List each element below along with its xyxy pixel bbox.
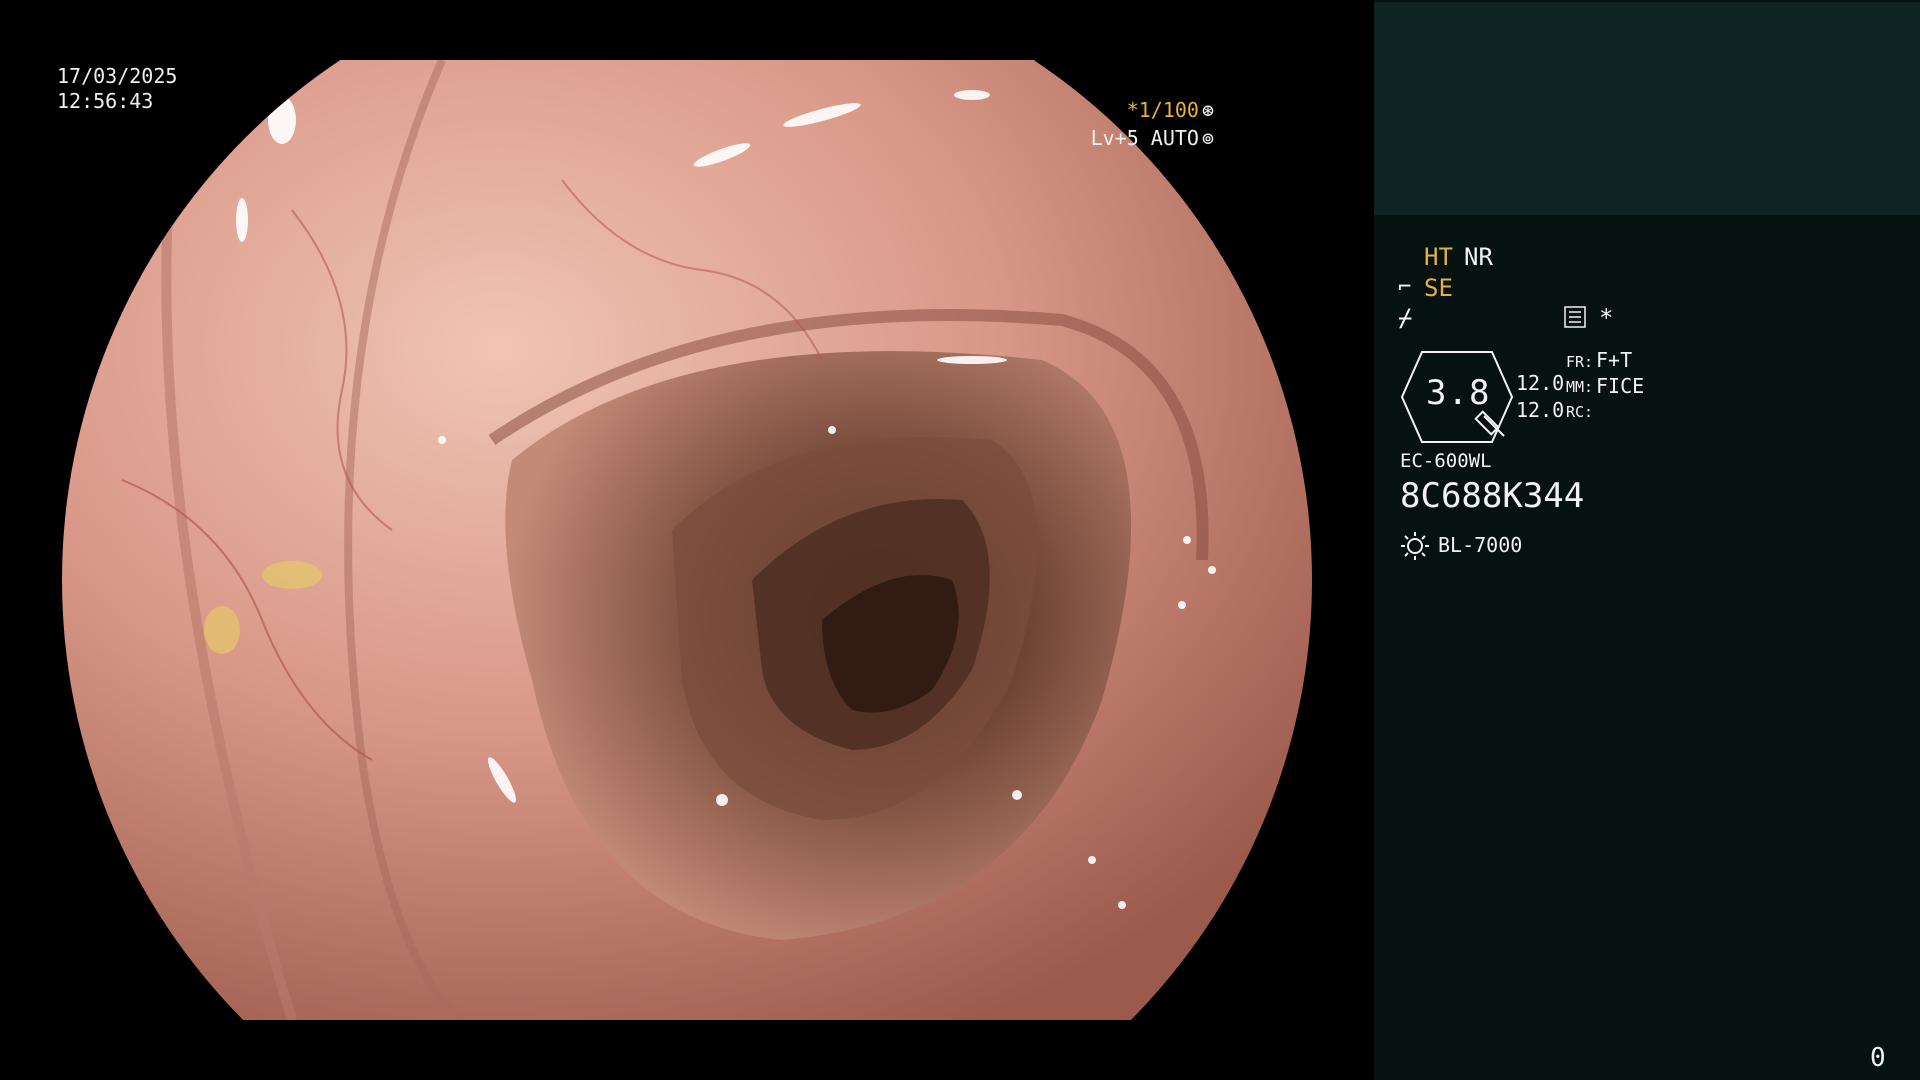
zoom-value: 3.8 — [1426, 373, 1491, 413]
light-source-label: BL-7000 — [1438, 533, 1523, 557]
value-top: 12.0 — [1516, 371, 1565, 395]
fr-value: F+T — [1596, 348, 1633, 372]
rc-label: RC: — [1566, 403, 1594, 421]
aperture-icon: ⊛ — [1201, 98, 1214, 122]
enhancement-icon: ⌿ — [1398, 304, 1413, 332]
structure-enhance-icon: ⌐ — [1398, 275, 1412, 300]
value-bottom: 12.0 — [1516, 398, 1565, 422]
frame-counter: 0 — [1870, 1043, 1886, 1073]
shutter-value: *1/100 — [1126, 98, 1199, 122]
star-indicator: * — [1599, 304, 1614, 332]
fr-label: FR: — [1566, 353, 1594, 371]
colon-image — [62, 60, 1312, 1020]
gain-indicator: Lv+5 AUTO ⊚ — [1091, 126, 1214, 151]
endoscope-view — [62, 60, 1312, 1020]
scope-model: EC-600WL — [1400, 450, 1492, 472]
scope-serial: 8C688K344 — [1400, 476, 1585, 516]
mode-ht: HT — [1424, 243, 1453, 271]
mode-nr: NR — [1464, 243, 1493, 271]
iris-icon: ⊚ — [1201, 126, 1214, 150]
mode-se: SE — [1424, 274, 1453, 302]
menu-icon — [1564, 306, 1586, 328]
time-label: 12:56:43 — [57, 89, 154, 113]
gain-value: Lv+5 AUTO — [1090, 126, 1199, 150]
date-label: 17/03/2025 — [57, 64, 178, 88]
mm-label: MM: — [1566, 378, 1594, 396]
status-panel: HT NR ⌐ SE ⌿ * 3.8 12.0 12.0 FR: F+T MM:… — [1374, 0, 1920, 1080]
mm-value: FICE — [1596, 374, 1645, 398]
panel-header-area — [1374, 2, 1920, 215]
shutter-indicator: *1/100 ⊛ — [1127, 98, 1214, 123]
light-source-icon — [1401, 532, 1429, 560]
